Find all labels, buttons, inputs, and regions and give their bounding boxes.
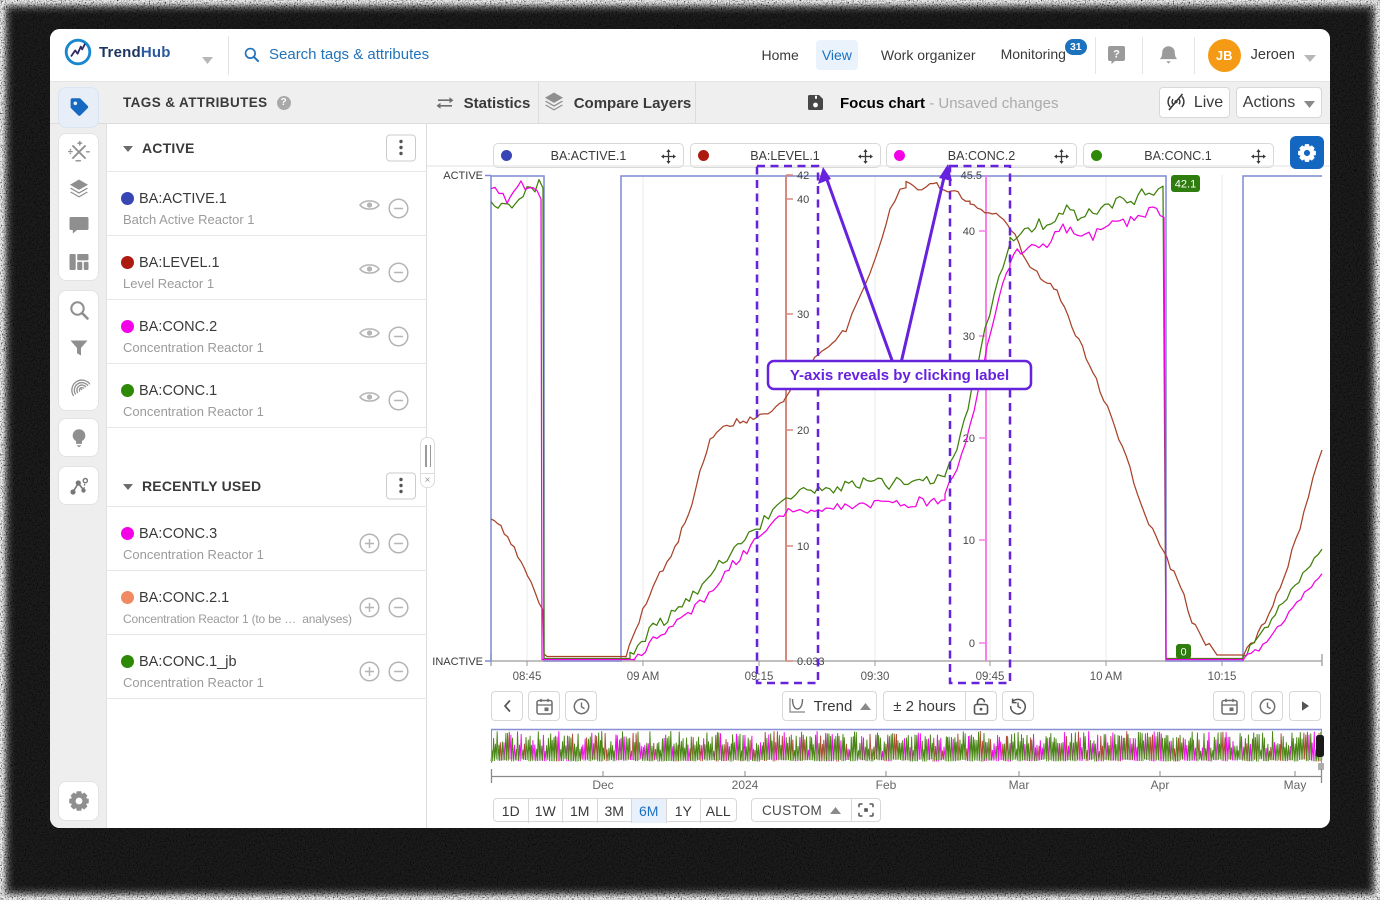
svg-text:10 AM: 10 AM <box>1090 671 1123 683</box>
svg-text:Feb: Feb <box>876 778 897 792</box>
svg-text:Apr: Apr <box>1151 778 1170 792</box>
svg-text:42: 42 <box>797 170 809 182</box>
svg-text:45.5: 45.5 <box>961 170 982 182</box>
svg-text:May: May <box>1284 778 1307 792</box>
svg-text:08:45: 08:45 <box>513 671 542 683</box>
svg-text:?: ? <box>1113 49 1120 61</box>
svg-text:0: 0 <box>969 638 975 650</box>
svg-text:Dec: Dec <box>592 778 613 792</box>
svg-text:40: 40 <box>797 194 809 206</box>
svg-text:20: 20 <box>797 425 809 437</box>
svg-text:10:15: 10:15 <box>1208 671 1237 683</box>
svg-text:30: 30 <box>963 331 975 343</box>
svg-text:09:15: 09:15 <box>745 671 774 683</box>
svg-text:0: 0 <box>1180 647 1186 659</box>
svg-text:INACTIVE: INACTIVE <box>432 656 483 668</box>
svg-text:40: 40 <box>963 226 975 238</box>
svg-text:Mar: Mar <box>1009 778 1030 792</box>
svg-text:Y-axis reveals by clicking lab: Y-axis reveals by clicking label <box>790 367 1009 384</box>
svg-text:0.033: 0.033 <box>797 656 825 668</box>
svg-text:09 AM: 09 AM <box>627 671 660 683</box>
svg-text:20: 20 <box>963 433 975 445</box>
svg-text:09:30: 09:30 <box>861 671 890 683</box>
svg-text:10: 10 <box>963 535 975 547</box>
svg-text:30: 30 <box>797 309 809 321</box>
svg-text:ACTIVE: ACTIVE <box>443 170 483 182</box>
svg-text:09:45: 09:45 <box>976 671 1005 683</box>
svg-text:42.1: 42.1 <box>1175 179 1196 191</box>
svg-text:10: 10 <box>797 541 809 553</box>
svg-text:2024: 2024 <box>732 778 759 792</box>
